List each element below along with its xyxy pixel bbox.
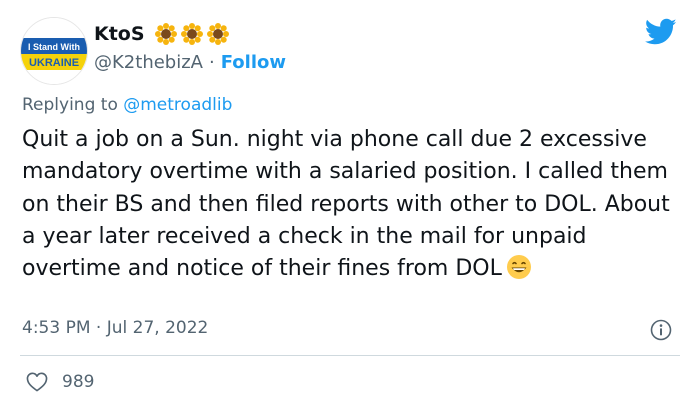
replying-prefix: Replying to	[22, 95, 118, 115]
tweet-body: Quit a job on a Sun. night via phone cal…	[22, 127, 670, 282]
tweet-card: I Stand With UKRAINE KtoS @K2thebizA · F…	[0, 0, 700, 410]
sunflower-icon	[154, 23, 177, 45]
name-emojis	[154, 23, 229, 45]
heart-icon[interactable]	[26, 372, 48, 392]
avatar-badge-image: I Stand With UKRAINE	[21, 18, 87, 84]
follow-button[interactable]: Follow	[221, 52, 286, 73]
sunflower-icon	[180, 23, 203, 45]
reply-mention-link[interactable]: @metroadlib	[123, 95, 232, 115]
grinning-face-icon	[506, 255, 531, 280]
author-handle-row: @K2thebizA · Follow	[94, 50, 286, 74]
tweet-text: Quit a job on a Sun. night via phone cal…	[22, 124, 672, 285]
avatar-badge-line1: I Stand With	[28, 42, 80, 52]
like-count: 989	[62, 372, 95, 392]
author-name-row: KtoS	[94, 20, 229, 48]
like-action[interactable]: 989	[26, 372, 94, 392]
avatar[interactable]: I Stand With UKRAINE	[20, 17, 88, 85]
sunflower-icon	[206, 23, 229, 45]
tweet-timestamp[interactable]: 4:53 PM · Jul 27, 2022	[22, 318, 208, 338]
divider	[20, 355, 680, 356]
info-icon[interactable]	[650, 319, 672, 341]
avatar-badge-line2: UKRAINE	[29, 57, 79, 69]
author-handle[interactable]: @K2thebizA	[94, 52, 203, 73]
separator-dot: ·	[208, 51, 215, 73]
replying-to: Replying to @metroadlib	[22, 95, 232, 115]
twitter-bird-icon[interactable]	[645, 18, 677, 46]
display-name[interactable]: KtoS	[94, 23, 145, 45]
